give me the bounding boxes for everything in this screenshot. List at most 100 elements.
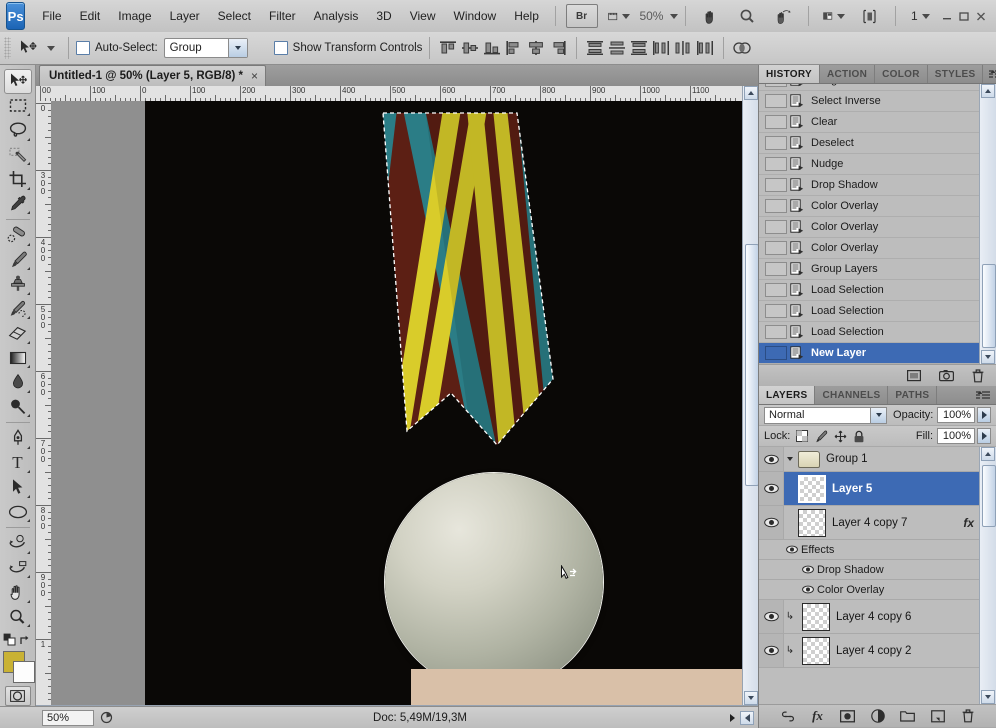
- eye-icon[interactable]: [759, 600, 784, 633]
- link-layers-icon[interactable]: [780, 709, 796, 724]
- history-source-box[interactable]: [765, 325, 787, 339]
- history-brush-tool[interactable]: [4, 297, 32, 322]
- layers-scrollbar[interactable]: [979, 447, 996, 704]
- menu-view[interactable]: View: [401, 5, 445, 27]
- quick-mask-mode-button[interactable]: [4, 686, 31, 707]
- opacity-slider-arrow-icon[interactable]: [977, 407, 991, 423]
- layer-thumbnail[interactable]: [798, 474, 826, 503]
- auto-select-scope-dropdown[interactable]: Group: [163, 38, 248, 58]
- screen-mode-icon[interactable]: [855, 5, 885, 27]
- window-maximize-button[interactable]: [956, 5, 973, 27]
- dodge-tool[interactable]: [4, 395, 32, 420]
- history-state-row[interactable]: Load Selection: [759, 280, 980, 301]
- crop-tool[interactable]: [4, 167, 32, 192]
- hand-tool[interactable]: [4, 580, 32, 605]
- fill-field[interactable]: 100%: [937, 428, 975, 444]
- history-source-box[interactable]: [765, 262, 787, 276]
- distribute-vertical-centers-icon[interactable]: [607, 38, 627, 58]
- history-state-row[interactable]: Load Selection: [759, 322, 980, 343]
- history-source-box[interactable]: [765, 178, 787, 192]
- history-state-row[interactable]: Color Overlay: [759, 217, 980, 238]
- eraser-tool[interactable]: [4, 321, 32, 346]
- swap-colors-icon[interactable]: [19, 634, 32, 647]
- hand-tool-button[interactable]: [696, 5, 726, 27]
- arrange-documents-icon[interactable]: [819, 5, 849, 27]
- menu-select[interactable]: Select: [209, 5, 260, 27]
- create-new-snapshot-icon[interactable]: [938, 368, 954, 383]
- move-tool[interactable]: [3, 69, 32, 94]
- panel-menu-icon[interactable]: [983, 65, 996, 83]
- scroll-up-arrow-icon[interactable]: [744, 86, 758, 100]
- distribute-right-edges-icon[interactable]: [695, 38, 715, 58]
- history-source-box[interactable]: [765, 94, 787, 108]
- eye-icon[interactable]: [799, 565, 817, 574]
- layer-row[interactable]: Layer 5: [759, 472, 980, 506]
- history-scrollbar[interactable]: [979, 84, 996, 386]
- menu-analysis[interactable]: Analysis: [305, 5, 368, 27]
- history-state-row[interactable]: Nudge: [759, 154, 980, 175]
- bridge-button[interactable]: Br: [565, 4, 598, 28]
- add-layer-style-icon[interactable]: fx: [810, 708, 826, 724]
- background-color-swatch[interactable]: [12, 661, 35, 683]
- 3d-orbit-camera-tool[interactable]: [4, 556, 32, 581]
- delete-layer-icon[interactable]: [960, 709, 976, 724]
- status-zoom-field[interactable]: 50%: [42, 709, 94, 726]
- preview-arrow-icon[interactable]: [98, 710, 116, 726]
- lasso-tool[interactable]: [4, 118, 32, 143]
- auto-align-layers-icon[interactable]: [732, 38, 752, 58]
- gradient-tool[interactable]: [4, 346, 32, 371]
- history-state-row[interactable]: Color Overlay: [759, 238, 980, 259]
- history-state-row[interactable]: Color Overlay: [759, 196, 980, 217]
- layer-thumbnail[interactable]: [802, 602, 830, 631]
- options-bar-grip[interactable]: [4, 37, 11, 59]
- status-scroll-left-icon[interactable]: [740, 710, 754, 725]
- menu-filter[interactable]: Filter: [260, 5, 305, 27]
- move-tool-icon[interactable]: [16, 38, 42, 58]
- layers-list[interactable]: Group 1 Layer 5 Layer 4 copy 7 fx Effects Dro…: [759, 447, 980, 704]
- history-state-row[interactable]: New Layer: [759, 343, 980, 364]
- chevron-down-icon[interactable]: [784, 457, 796, 461]
- align-horizontal-centers-icon[interactable]: [526, 38, 546, 58]
- tool-preset-chevron-icon[interactable]: [47, 45, 55, 51]
- window-minimize-button[interactable]: [938, 5, 955, 27]
- add-layer-mask-icon[interactable]: [840, 709, 856, 724]
- ellipse-shape-tool[interactable]: [4, 500, 32, 525]
- distribute-top-edges-icon[interactable]: [585, 38, 605, 58]
- history-source-box[interactable]: [765, 241, 787, 255]
- window-close-button[interactable]: [973, 5, 990, 27]
- show-transform-controls-checkbox[interactable]: [273, 41, 288, 55]
- eye-icon[interactable]: [783, 545, 801, 554]
- history-state-row[interactable]: Load Selection: [759, 301, 980, 322]
- distribute-left-edges-icon[interactable]: [651, 38, 671, 58]
- align-vertical-centers-icon[interactable]: [460, 38, 480, 58]
- zoom-tool[interactable]: [4, 605, 32, 630]
- close-icon[interactable]: ×: [251, 69, 258, 83]
- history-state-row[interactable]: Drop Shadow: [759, 175, 980, 196]
- history-source-box[interactable]: [765, 346, 787, 360]
- view-extras-button[interactable]: [604, 5, 634, 27]
- path-selection-tool[interactable]: [4, 475, 32, 500]
- tab-layers[interactable]: LAYERS: [759, 386, 816, 404]
- layer-row[interactable]: ↳ Layer 4 copy 2: [759, 634, 980, 668]
- clone-stamp-tool[interactable]: [4, 272, 32, 297]
- distribute-bottom-edges-icon[interactable]: [629, 38, 649, 58]
- lock-transparent-pixels-icon[interactable]: [794, 428, 810, 444]
- history-scroll-up-icon[interactable]: [981, 84, 995, 98]
- blur-tool[interactable]: [4, 370, 32, 395]
- new-layer-icon[interactable]: [930, 709, 946, 724]
- 3d-rotate-tool[interactable]: [4, 531, 32, 556]
- distribute-horizontal-centers-icon[interactable]: [673, 38, 693, 58]
- quick-selection-tool[interactable]: [4, 143, 32, 168]
- photoshop-logo[interactable]: Ps: [6, 2, 26, 30]
- eye-icon[interactable]: [759, 447, 784, 471]
- new-group-icon[interactable]: [900, 709, 916, 724]
- pen-tool[interactable]: [4, 426, 32, 451]
- history-state-list[interactable]: Nudge Select Inverse Clear Deselect Nudge Dro…: [759, 84, 980, 364]
- history-source-box[interactable]: [765, 304, 787, 318]
- layer-effects-badge-icon[interactable]: fx: [963, 516, 974, 530]
- document-canvas[interactable]: [145, 101, 755, 705]
- panel-menu-icon[interactable]: [970, 386, 996, 404]
- document-tab[interactable]: Untitled-1 @ 50% (Layer 5, RGB/8) * ×: [39, 65, 266, 86]
- history-state-row[interactable]: Group Layers: [759, 259, 980, 280]
- delete-state-icon[interactable]: [970, 368, 986, 383]
